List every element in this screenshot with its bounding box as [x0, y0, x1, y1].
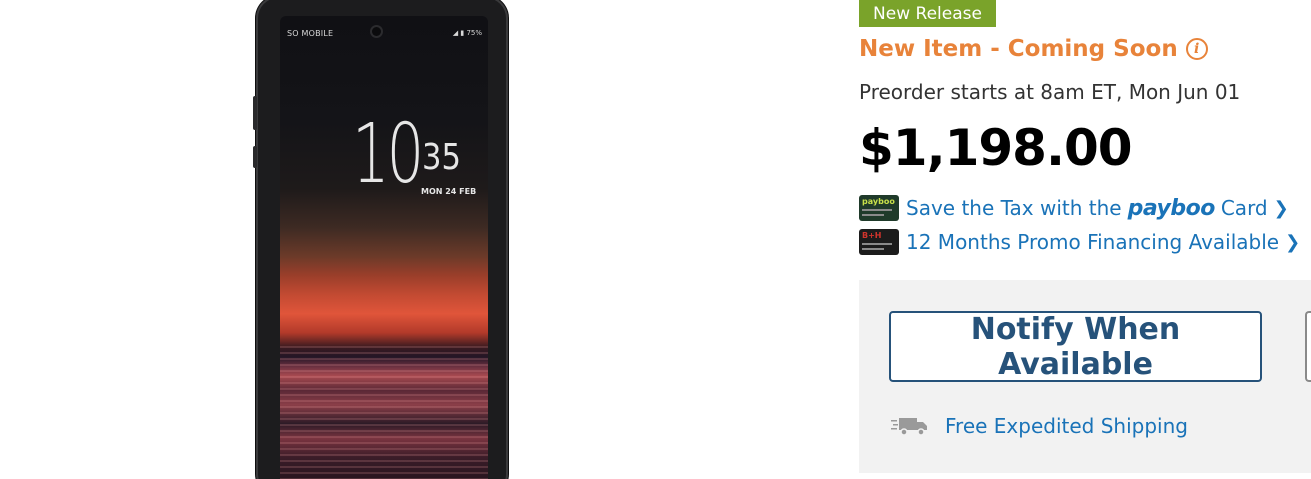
clock-date: MON 24 FEB	[421, 187, 477, 196]
financing-promo-label: 12 Months Promo Financing Available	[906, 230, 1280, 254]
status-indicators: ◢ ▮ 75%	[453, 29, 482, 37]
payboo-card-icon: payboo	[859, 195, 899, 221]
availability-status: New Item - Coming Soon i	[859, 36, 1208, 62]
phone-power-button	[253, 146, 257, 168]
availability-label: New Item - Coming Soon	[859, 36, 1178, 62]
purchase-actions-panel: Notify When Available Free Expedited Shi…	[859, 280, 1311, 473]
shipping-label: Free Expedited Shipping	[945, 414, 1188, 438]
clock-hour: 10	[352, 107, 424, 202]
product-page: SO MOBILE ◢ ▮ 75% 10 35 MON 24 FEB New R…	[0, 0, 1311, 479]
preorder-text: Preorder starts at 8am ET, Mon Jun 01	[859, 80, 1241, 104]
clock-minute: 35	[422, 137, 461, 178]
payboo-promo-prefix: Save the Tax with the	[906, 196, 1122, 220]
financing-promo-link[interactable]: B+H 12 Months Promo Financing Available …	[859, 229, 1300, 255]
payboo-promo-link[interactable]: payboo Save the Tax with the payboo Card…	[859, 195, 1289, 221]
bh-card-icon: B+H	[859, 229, 899, 255]
screen-wallpaper-stripes	[280, 346, 488, 479]
notify-when-available-button[interactable]: Notify When Available	[889, 311, 1262, 382]
signal-icon: ◢	[452, 29, 459, 37]
front-camera	[372, 27, 381, 36]
battery-level: 75%	[466, 29, 482, 37]
payboo-logo: payboo	[1127, 195, 1216, 221]
phone-volume-button	[253, 96, 257, 130]
truck-icon	[891, 418, 927, 436]
battery-icon: ▮	[460, 29, 465, 37]
phone-screen: SO MOBILE ◢ ▮ 75% 10 35 MON 24 FEB	[280, 16, 488, 479]
phone-image: SO MOBILE ◢ ▮ 75% 10 35 MON 24 FEB	[253, 0, 508, 479]
product-price: $1,198.00	[859, 119, 1133, 177]
secondary-action-button[interactable]	[1305, 311, 1311, 382]
product-image[interactable]: SO MOBILE ◢ ▮ 75% 10 35 MON 24 FEB	[0, 0, 820, 479]
chevron-right-icon: ❯	[1285, 231, 1301, 253]
chevron-right-icon: ❯	[1273, 197, 1289, 219]
shipping-info[interactable]: Free Expedited Shipping	[891, 414, 1188, 438]
info-icon[interactable]: i	[1185, 38, 1208, 60]
payboo-promo-suffix: Card	[1220, 196, 1268, 220]
new-release-badge: New Release	[859, 0, 996, 27]
status-carrier: SO MOBILE	[287, 29, 334, 38]
